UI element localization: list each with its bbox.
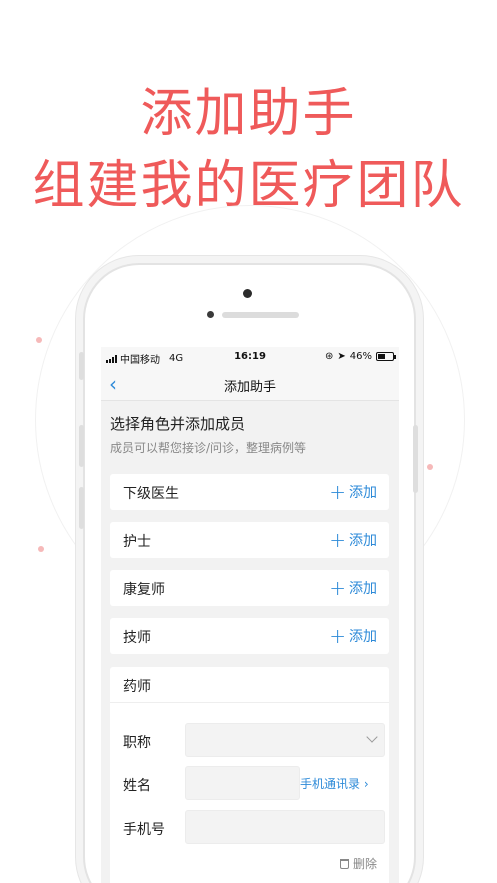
delete-button[interactable]: 删除 [339, 855, 377, 872]
add-label: 添加 [349, 581, 377, 597]
phone-contacts-link[interactable]: 手机通讯录 › [300, 775, 369, 792]
status-bar: 中国移动 4G 16:19 ⊛ ➤ 46% [101, 347, 399, 367]
plus-icon: + [329, 624, 346, 648]
phone-volume-down [79, 487, 84, 529]
job-title-label: 职称 [123, 735, 151, 751]
trash-icon [339, 858, 349, 869]
role-card-junior-doctor: 下级医生 + 添加 [110, 474, 389, 510]
add-nurse-button[interactable]: + 添加 [329, 530, 377, 550]
role-card-nurse: 护士 + 添加 [110, 522, 389, 558]
battery-icon [376, 352, 396, 361]
chevron-down-icon [366, 731, 378, 743]
decorative-dot [427, 464, 433, 470]
proximity-sensor [207, 311, 214, 318]
nav-bar: ‹ 添加助手 [101, 367, 399, 401]
intro-title: 选择角色并添加成员 [110, 415, 246, 433]
plus-icon: + [329, 576, 346, 600]
add-technician-button[interactable]: + 添加 [329, 626, 377, 646]
phone-label: 手机号 [123, 822, 165, 838]
add-label: 添加 [349, 533, 377, 549]
delete-label: 删除 [352, 857, 377, 871]
intro-subtitle: 成员可以帮您接诊/问诊，整理病例等 [110, 441, 307, 455]
app-screen: 中国移动 4G 16:19 ⊛ ➤ 46% ‹ 添加助手 选择角色并添加成员 成… [101, 347, 399, 883]
add-rehab-therapist-button[interactable]: + 添加 [329, 578, 377, 598]
plus-icon: + [329, 528, 346, 552]
rotation-lock-icon: ⊛ [324, 351, 334, 362]
promo-title-line1: 添加助手 [140, 84, 357, 144]
role-label: 药师 [123, 679, 151, 695]
intro-section: 选择角色并添加成员 成员可以帮您接诊/问诊，整理病例等 [101, 401, 399, 456]
role-label: 护士 [123, 534, 151, 550]
battery-percent: 46% [349, 351, 372, 362]
role-label: 下级医生 [123, 486, 179, 502]
pharmacist-header: 药师 [110, 667, 389, 703]
job-title-select[interactable] [185, 723, 385, 757]
phone-mute-switch [79, 352, 84, 380]
add-label: 添加 [349, 485, 377, 501]
role-card-rehab-therapist: 康复师 + 添加 [110, 570, 389, 606]
phone-power-button [413, 425, 418, 493]
name-input[interactable] [185, 766, 300, 800]
location-icon: ➤ [337, 351, 346, 362]
earpiece-speaker [222, 312, 299, 318]
role-card-technician: 技师 + 添加 [110, 618, 389, 654]
decorative-dot [38, 546, 44, 552]
decorative-dot [36, 337, 42, 343]
nav-title: 添加助手 [223, 380, 276, 395]
decorative-dot [418, 597, 424, 603]
add-junior-doctor-button[interactable]: + 添加 [329, 482, 377, 502]
phone-volume-up [79, 425, 84, 467]
add-label: 添加 [349, 629, 377, 645]
phone-input[interactable] [185, 810, 385, 844]
role-label: 技师 [123, 630, 151, 646]
role-label: 康复师 [123, 582, 165, 598]
name-label: 姓名 [123, 778, 151, 794]
plus-icon: + [329, 480, 346, 504]
front-camera [243, 289, 252, 298]
